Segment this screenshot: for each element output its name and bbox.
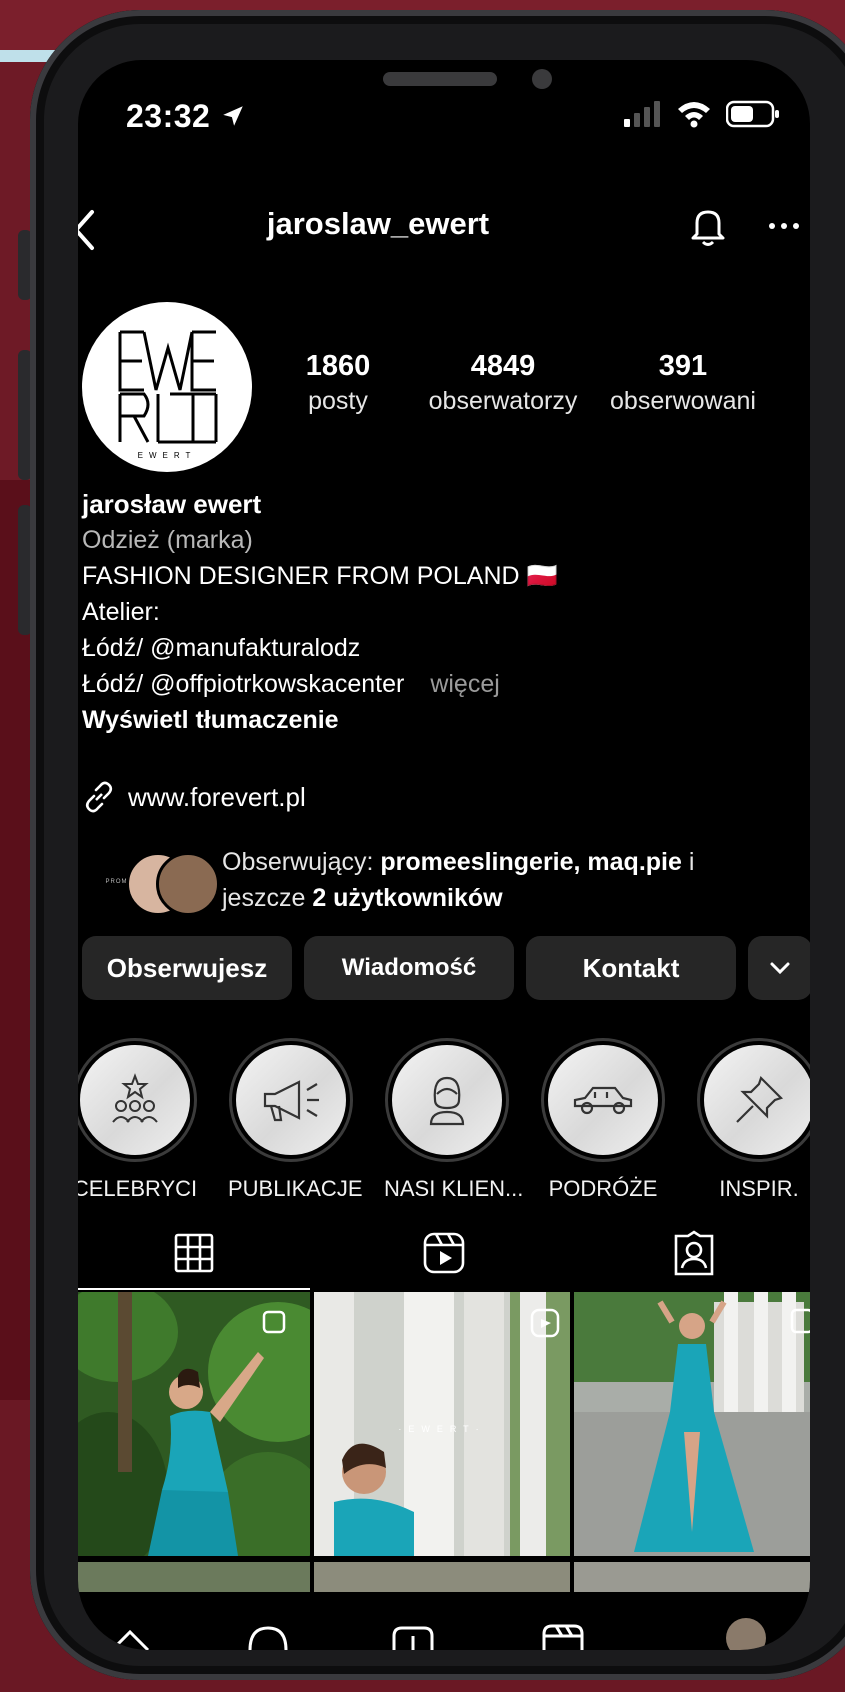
- highlight-clients[interactable]: NASI KLIEN...: [384, 1038, 524, 1202]
- front-camera: [532, 69, 552, 89]
- bottom-nav: [78, 1610, 810, 1650]
- tab-grid[interactable]: [78, 1220, 310, 1286]
- create-post-icon[interactable]: [390, 1624, 436, 1650]
- active-tab-indicator: [78, 1288, 310, 1290]
- stat-posts-value: 1860: [305, 350, 371, 382]
- tab-tagged[interactable]: [578, 1220, 810, 1286]
- profile-category: Odzież (marka): [82, 526, 253, 554]
- followed-by-count: 2 użytkowników: [312, 884, 503, 912]
- reels-nav-icon[interactable]: [540, 1620, 586, 1650]
- following-button[interactable]: Obserwujesz: [82, 936, 292, 1000]
- status-time: 23:32: [126, 98, 246, 135]
- logo-caption: EWERT: [138, 451, 197, 460]
- bell-icon[interactable]: [686, 204, 730, 248]
- display-name: jarosław ewert: [82, 489, 262, 519]
- highlight-inspirations[interactable]: INSPIR.: [696, 1038, 810, 1202]
- highlight-label: PODRÓŻE: [548, 1176, 658, 1201]
- post-photo-garden: [78, 1292, 310, 1556]
- posts-grid: ·EWERT·: [78, 1292, 810, 1650]
- post-thumbnail[interactable]: ·EWERT·: [314, 1292, 570, 1556]
- client-icon: [429, 1076, 465, 1126]
- celebrity-icon: [112, 1073, 158, 1123]
- stat-followers-label: obserwatorzy: [428, 387, 578, 415]
- highlight-label: PUBLIKACJE: [228, 1176, 363, 1201]
- tagged-icon: [674, 1230, 714, 1276]
- bio-line: Atelier:: [82, 598, 160, 626]
- stat-posts-label: posty: [308, 387, 368, 415]
- pin-icon: [736, 1075, 784, 1123]
- post-thumbnail[interactable]: [574, 1292, 810, 1556]
- follower-avatar: [156, 852, 220, 916]
- stat-following-value: 391: [658, 350, 708, 382]
- highlight-label: NASI KLIEN...: [384, 1176, 524, 1201]
- top-nav: jaroslaw_ewert: [78, 200, 810, 260]
- followed-by[interactable]: PROMEES Obserwujący: promeeslingerie, ma…: [92, 838, 792, 918]
- reels-icon: [423, 1232, 465, 1274]
- stat-following[interactable]: 391 obserwowani: [598, 350, 768, 416]
- bio-line: Łódź/ @offpiotrkowskacenter więcej: [82, 666, 802, 702]
- post-thumbnail[interactable]: [78, 1292, 310, 1556]
- highlight-celebrities[interactable]: CELEBRYCI: [78, 1038, 198, 1202]
- post-photo-columns: ·EWERT·: [314, 1292, 570, 1556]
- content-tabs: [78, 1220, 810, 1290]
- followed-by-names: promeeslingerie, maq.pie: [380, 848, 682, 876]
- stat-followers-value: 4849: [470, 350, 536, 382]
- post-thumbnail[interactable]: [78, 1562, 310, 1592]
- page-title: jaroslaw_ewert: [266, 206, 490, 241]
- story-highlights: CELEBRYCI PUBLIKACJE NASI KLIEN... PODRÓ…: [78, 1038, 810, 1201]
- bio-line: FASHION DESIGNER FROM POLAND 🇵🇱: [82, 562, 558, 590]
- svg-text:·EWERT·: ·EWERT·: [398, 1424, 485, 1434]
- highlight-publications[interactable]: PUBLIKACJE: [228, 1038, 363, 1202]
- stat-posts[interactable]: 1860 posty: [288, 350, 388, 416]
- chevron-down-icon: [770, 962, 790, 975]
- speaker-grille: [383, 72, 497, 86]
- wifi-icon: [678, 102, 710, 128]
- highlight-label: INSPIR.: [719, 1176, 799, 1201]
- status-indicators: [622, 100, 780, 128]
- website-link[interactable]: www.forevert.pl: [82, 780, 306, 814]
- car-icon: [573, 1086, 633, 1115]
- stat-following-label: obserwowani: [610, 387, 756, 415]
- message-button[interactable]: Wiadomość: [304, 936, 514, 1000]
- search-icon[interactable]: [246, 1624, 290, 1650]
- post-photo-terrace: [574, 1292, 810, 1556]
- location-arrow-icon: [222, 106, 243, 126]
- profile-nav-avatar[interactable]: [726, 1618, 766, 1650]
- highlight-label: CELEBRYCI: [78, 1176, 198, 1201]
- instagram-profile-screen: 23:32 jaroslaw_ewert EWERT 1860 posty 48…: [78, 60, 810, 1650]
- post-thumbnail[interactable]: [314, 1562, 570, 1592]
- home-icon[interactable]: [108, 1620, 152, 1650]
- battery-icon: [726, 100, 779, 128]
- followed-by-conj: i: [681, 848, 695, 876]
- translate-link[interactable]: Wyświetl tłumaczenie: [82, 702, 802, 738]
- avatar[interactable]: EWERT: [82, 302, 252, 472]
- more-options-icon[interactable]: [764, 204, 804, 248]
- contact-button[interactable]: Kontakt: [526, 936, 736, 1000]
- ewert-logo: EWERT: [118, 330, 218, 460]
- website-url[interactable]: www.forevert.pl: [128, 782, 306, 813]
- cellular-signal-icon: [624, 101, 660, 127]
- profile-bio: jarosław ewert Odzież (marka) FASHION DE…: [82, 486, 802, 738]
- post-thumbnail[interactable]: [574, 1562, 810, 1592]
- tab-reels[interactable]: [328, 1220, 560, 1286]
- link-icon: [85, 781, 113, 813]
- megaphone-icon: [263, 1080, 319, 1122]
- highlight-travels[interactable]: PODRÓŻE: [540, 1038, 666, 1202]
- bio-mention-link[interactable]: Łódź/ @offpiotrkowskacenter: [82, 670, 404, 698]
- bio-line[interactable]: Łódź/ @manufakturalodz: [82, 630, 802, 666]
- suggested-dropdown-button[interactable]: [748, 936, 810, 1000]
- grid-icon: [174, 1233, 214, 1273]
- followed-by-prefix: Obserwujący:: [222, 848, 381, 876]
- stat-followers[interactable]: 4849 obserwatorzy: [423, 350, 583, 416]
- more-link[interactable]: więcej: [430, 670, 499, 698]
- followed-by-line2-prefix: jeszcze: [222, 884, 313, 912]
- followed-by-text: Obserwujący: promeeslingerie, maq.pie i …: [222, 844, 694, 916]
